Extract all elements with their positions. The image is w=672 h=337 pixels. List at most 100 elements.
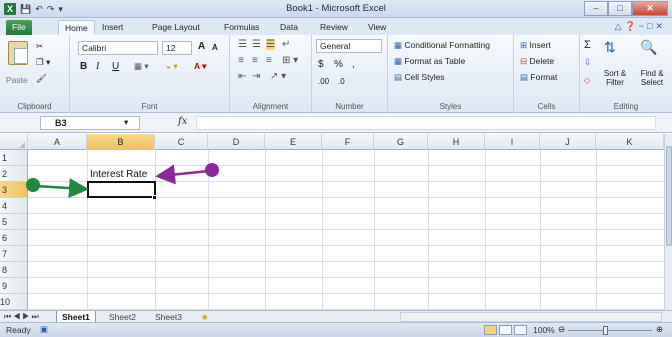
italic-button[interactable]: I: [96, 61, 99, 72]
insert-function-icon[interactable]: fx: [178, 116, 187, 127]
fill-icon[interactable]: ⇩: [584, 57, 591, 68]
column-header-j[interactable]: J: [540, 134, 596, 150]
restore-button[interactable]: □: [608, 1, 632, 16]
increase-indent-icon[interactable]: ⇥: [252, 71, 260, 82]
grid-line: [428, 150, 429, 310]
bold-button[interactable]: B: [80, 61, 87, 72]
find-select-label[interactable]: Find & Select: [634, 69, 670, 87]
column-header-c[interactable]: C: [155, 134, 208, 150]
align-right-icon[interactable]: ≡: [266, 55, 272, 66]
autosum-button[interactable]: Σ: [584, 39, 591, 51]
minimize-button[interactable]: –: [584, 1, 608, 16]
row-header-9[interactable]: 9: [0, 278, 28, 294]
tab-home[interactable]: Home: [58, 20, 95, 35]
percent-button[interactable]: %: [334, 59, 343, 70]
comma-button[interactable]: ,: [352, 59, 355, 70]
decrease-decimal-button[interactable]: .0: [338, 77, 345, 86]
column-header-d[interactable]: D: [208, 134, 265, 150]
row-header-5[interactable]: 5: [0, 214, 28, 230]
format-as-table-button[interactable]: ▦ Format as Table: [394, 56, 465, 67]
bottom-align-icon[interactable]: ☰: [266, 39, 275, 50]
zoom-in-button[interactable]: ⊕: [656, 324, 663, 335]
paste-label[interactable]: Paste: [6, 75, 28, 85]
cut-icon[interactable]: ✂: [36, 41, 43, 52]
column-header-a[interactable]: A: [28, 134, 87, 150]
column-header-k[interactable]: K: [596, 134, 664, 150]
row-header-2[interactable]: 2: [0, 166, 28, 182]
align-left-icon[interactable]: ≡: [238, 55, 244, 66]
tab-formulas[interactable]: Formulas: [218, 20, 265, 35]
name-box-dropdown-icon[interactable]: ▾: [124, 117, 128, 128]
group-editing-label: Editing: [613, 102, 639, 111]
select-all-corner[interactable]: [0, 134, 28, 150]
format-painter-icon[interactable]: 🖌: [36, 73, 47, 84]
align-center-icon[interactable]: ≡: [252, 55, 258, 66]
horizontal-scrollbar[interactable]: [400, 312, 662, 322]
ribbon-help-icons[interactable]: △❓−□✕: [615, 21, 666, 32]
tab-view[interactable]: View: [362, 20, 392, 35]
top-align-icon[interactable]: ☰: [238, 39, 247, 50]
zoom-slider[interactable]: [568, 330, 652, 331]
fill-handle[interactable]: [152, 195, 157, 200]
insert-cells-button[interactable]: ⊞ Insert: [520, 40, 551, 51]
borders-icon[interactable]: ▦ ▾: [134, 61, 149, 72]
increase-decimal-button[interactable]: .00: [318, 77, 329, 86]
wrap-text-icon[interactable]: ↵: [282, 39, 290, 50]
shrink-font-button[interactable]: A: [212, 43, 218, 52]
zoom-level[interactable]: 100%: [533, 325, 555, 335]
merge-center-icon[interactable]: ⊞ ▾: [282, 55, 298, 66]
column-header-h[interactable]: H: [428, 134, 485, 150]
row-header-4[interactable]: 4: [0, 198, 28, 214]
tab-insert[interactable]: Insert: [96, 20, 129, 35]
zoom-out-button[interactable]: ⊖: [558, 324, 565, 335]
tab-file[interactable]: File: [6, 20, 32, 35]
close-button[interactable]: ✕: [632, 1, 668, 16]
row-header-1[interactable]: 1: [0, 150, 28, 166]
tab-review[interactable]: Review: [314, 20, 354, 35]
column-header-b[interactable]: B: [87, 134, 155, 150]
sort-filter-label[interactable]: Sort & Filter: [598, 69, 632, 87]
column-header-g[interactable]: G: [374, 134, 428, 150]
tab-data[interactable]: Data: [274, 20, 304, 35]
decrease-indent-icon[interactable]: ⇤: [238, 71, 246, 82]
zoom-slider-knob[interactable]: [603, 326, 608, 335]
format-cells-button[interactable]: ▤ Format: [520, 72, 557, 83]
column-header-f[interactable]: F: [322, 134, 374, 150]
fill-color-icon[interactable]: ◒ ▾: [166, 61, 178, 72]
grow-font-button[interactable]: A: [198, 41, 205, 52]
paste-icon[interactable]: [8, 41, 28, 65]
page-layout-view-button[interactable]: [499, 325, 512, 335]
row-header-7[interactable]: 7: [0, 246, 28, 262]
vertical-scroll-thumb[interactable]: [666, 146, 672, 246]
middle-align-icon[interactable]: ☰: [252, 39, 261, 50]
cell-styles-button[interactable]: ▤ Cell Styles: [394, 72, 445, 83]
number-format-box[interactable]: General: [316, 39, 382, 53]
column-header-i[interactable]: I: [485, 134, 540, 150]
currency-button[interactable]: $: [318, 59, 324, 70]
page-break-view-button[interactable]: [514, 325, 527, 335]
font-size-box[interactable]: 12: [162, 41, 192, 55]
font-color-icon[interactable]: A ▾: [194, 61, 206, 72]
copy-icon[interactable]: ❐ ▾: [36, 57, 50, 68]
underline-button[interactable]: U: [112, 61, 119, 72]
orientation-icon[interactable]: ↗ ▾: [270, 71, 286, 82]
clear-icon[interactable]: ◇: [584, 75, 591, 86]
macro-record-icon[interactable]: ▣: [40, 324, 48, 335]
tab-page-layout[interactable]: Page Layout: [146, 20, 206, 35]
conditional-formatting-button[interactable]: ▦ Conditional Formatting: [394, 40, 490, 51]
sort-filter-icon[interactable]: ⇅: [604, 39, 616, 56]
row-header-3[interactable]: 3: [0, 182, 28, 198]
grid-line: [28, 213, 664, 214]
find-select-icon[interactable]: 🔍: [640, 39, 657, 56]
cell-b2[interactable]: Interest Rate: [90, 169, 147, 180]
row-header-8[interactable]: 8: [0, 262, 28, 278]
normal-view-button[interactable]: [484, 325, 497, 335]
column-header-e[interactable]: E: [265, 134, 322, 150]
row-header-6[interactable]: 6: [0, 230, 28, 246]
delete-cells-button[interactable]: ⊟ Delete: [520, 56, 554, 67]
vertical-scrollbar[interactable]: [664, 134, 672, 310]
active-cell-b3[interactable]: [87, 181, 156, 198]
formula-input[interactable]: [196, 116, 656, 130]
font-name-box[interactable]: Calibri: [78, 41, 158, 55]
row-header-10[interactable]: 10: [0, 294, 28, 310]
